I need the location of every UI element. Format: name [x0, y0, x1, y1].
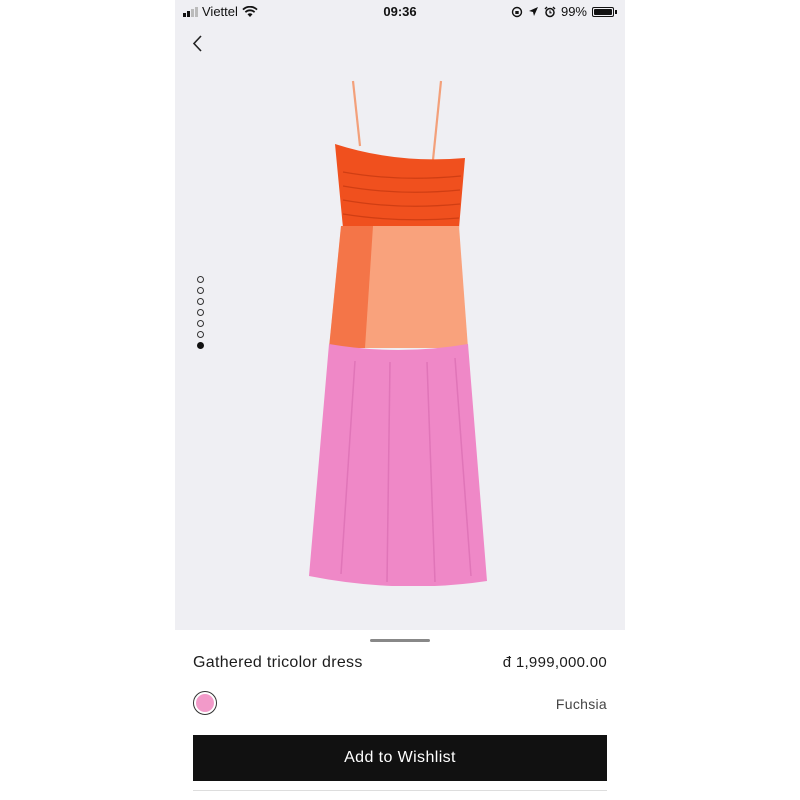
- gallery-pagination[interactable]: [197, 276, 204, 349]
- dress-strap-right: [431, 80, 443, 161]
- phone-screen: Viettel 09:36 99% Gathered tricolor dres…: [175, 0, 625, 800]
- product-title: Gathered tricolor dress: [193, 654, 363, 671]
- gallery-dot[interactable]: [197, 342, 204, 349]
- status-right: 99%: [511, 4, 617, 19]
- orientation-lock-icon: [511, 6, 523, 17]
- back-button[interactable]: [187, 32, 211, 56]
- product-info-sheet: Gathered tricolor dress đ 1,999,000.00 F…: [175, 630, 625, 800]
- product-photo: [309, 80, 487, 586]
- gallery-dot[interactable]: [197, 331, 204, 338]
- color-name: Fuchsia: [555, 696, 607, 712]
- battery-icon: [592, 6, 617, 17]
- gallery-dot[interactable]: [197, 276, 204, 283]
- status-bar: Viettel 09:36 99%: [175, 0, 625, 24]
- gallery-dot[interactable]: [197, 287, 204, 294]
- product-price: đ 1,999,000.00: [502, 654, 607, 671]
- battery-percent: 99%: [560, 4, 587, 19]
- sheet-drag-handle[interactable]: [370, 639, 430, 642]
- gallery-dot[interactable]: [197, 309, 204, 316]
- color-swatch[interactable]: [193, 691, 217, 715]
- product-image-gallery[interactable]: [175, 24, 625, 630]
- location-arrow-icon: [528, 7, 538, 16]
- gallery-dot[interactable]: [197, 298, 204, 305]
- dress-skirt: [309, 344, 487, 586]
- divider: [193, 790, 607, 791]
- dress-strap-left: [351, 80, 362, 147]
- add-to-wishlist-button[interactable]: Add to Wishlist: [193, 735, 607, 781]
- gallery-dot[interactable]: [197, 320, 204, 327]
- alarm-clock-icon: [544, 6, 556, 17]
- chevron-left-icon: [192, 35, 202, 52]
